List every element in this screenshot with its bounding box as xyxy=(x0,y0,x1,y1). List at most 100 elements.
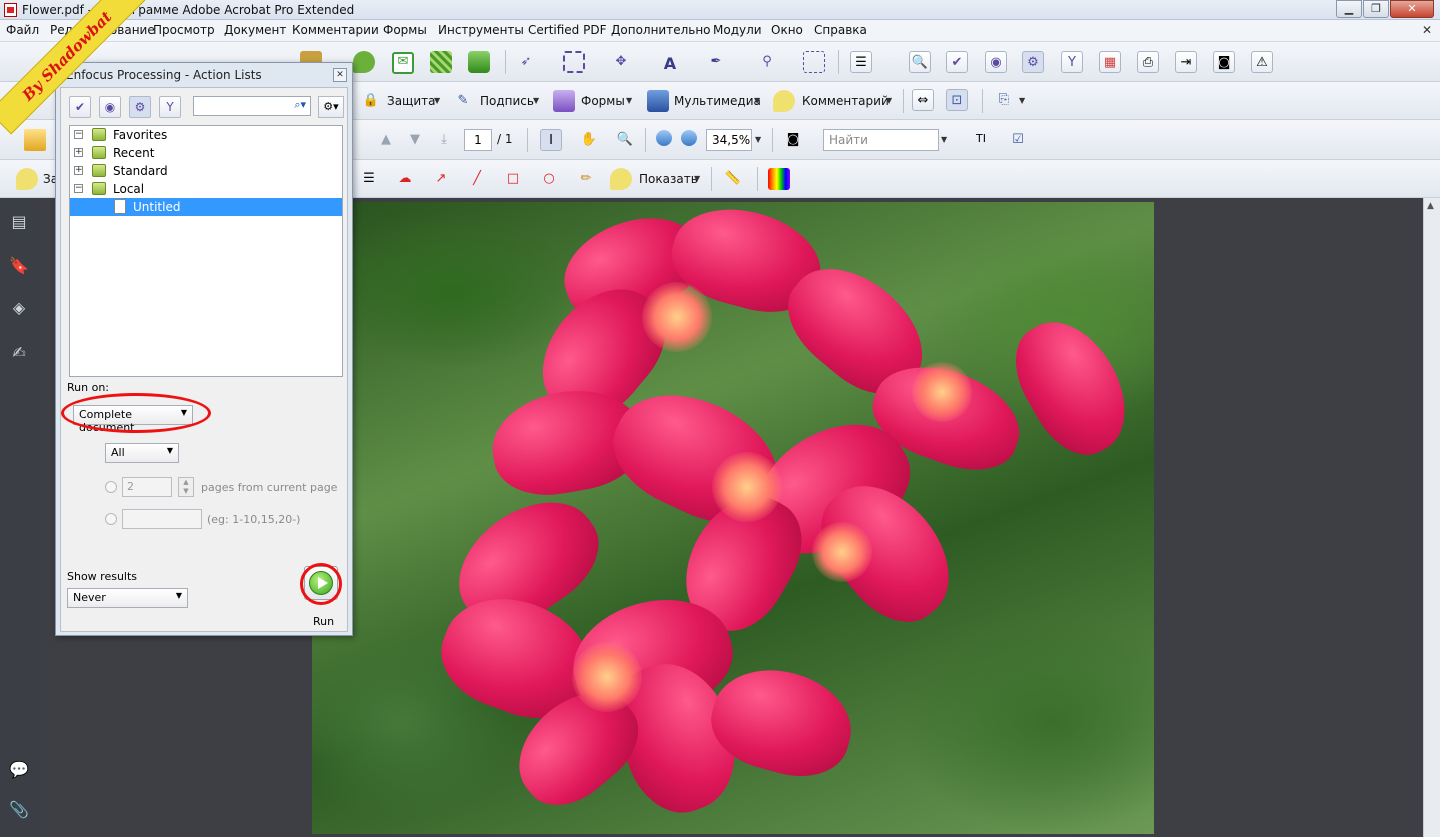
marquee-icon[interactable] xyxy=(563,51,585,73)
tree-item-favorites[interactable]: − Favorites xyxy=(70,126,342,144)
export-icon[interactable]: ⇥ xyxy=(1175,51,1197,73)
next-page-icon[interactable]: ▼ xyxy=(404,129,426,151)
convert-icon[interactable]: ⎘ xyxy=(993,89,1015,111)
menu-help[interactable]: Справка xyxy=(814,23,867,37)
pages-icon[interactable]: ▤ xyxy=(8,212,30,234)
restore-button[interactable]: ❐ xyxy=(1363,0,1389,18)
text-tool-icon[interactable]: A xyxy=(659,51,681,73)
pencil-icon[interactable]: ✏ xyxy=(575,168,597,190)
menu-certified-pdf[interactable]: Certified PDF xyxy=(528,23,607,37)
forms-icon[interactable] xyxy=(553,90,575,112)
line-tool-icon[interactable]: ╱ xyxy=(466,168,488,190)
gear-icon[interactable]: ⚙ xyxy=(1022,51,1044,73)
layers-icon[interactable] xyxy=(468,51,490,73)
warning-icon[interactable]: ⚠ xyxy=(1251,51,1273,73)
oval-tool-icon[interactable]: ○ xyxy=(538,168,560,190)
crop-icon[interactable] xyxy=(803,51,825,73)
dialog-close-button[interactable]: ✕ xyxy=(333,68,347,82)
check-icon[interactable]: ✔ xyxy=(946,51,968,73)
vertical-scrollbar[interactable]: ▲ xyxy=(1423,198,1440,837)
page-layout-icon[interactable]: ☰ xyxy=(850,51,872,73)
menu-view[interactable]: Просмотр xyxy=(153,23,215,37)
layers-panel-icon[interactable]: ◈ xyxy=(8,298,30,320)
document-close-icon[interactable]: ✕ xyxy=(1422,23,1432,37)
select-cursor-icon[interactable]: I xyxy=(540,129,562,151)
rectangle-tool-icon[interactable]: □ xyxy=(502,168,524,190)
fit-width-icon[interactable]: ⇔ xyxy=(912,89,934,111)
snapshot-camera-icon[interactable]: ◙ xyxy=(782,129,804,151)
page-range-radio[interactable] xyxy=(105,513,117,525)
last-page-icon[interactable]: ⤓ xyxy=(433,129,455,151)
zoom-in-icon[interactable] xyxy=(681,130,697,146)
text-box-icon[interactable]: ☰ xyxy=(358,168,380,190)
sticky-note-icon[interactable] xyxy=(16,168,38,190)
show-comments-icon[interactable] xyxy=(610,168,632,190)
page-range-input[interactable] xyxy=(122,509,202,529)
lock-icon[interactable]: 🔒 xyxy=(360,90,382,112)
multimedia-label[interactable]: Мультимедиа xyxy=(674,94,761,108)
multimedia-icon[interactable] xyxy=(647,90,669,112)
move-icon[interactable]: ✥ xyxy=(610,51,632,73)
fit-page-icon[interactable]: ⊡ xyxy=(946,89,968,111)
comments-panel-icon[interactable]: 💬 xyxy=(8,760,30,782)
zoom-out-icon[interactable] xyxy=(656,130,672,146)
protect-label[interactable]: Защита xyxy=(387,94,436,108)
attachments-icon[interactable]: 📎 xyxy=(8,800,30,822)
menu-advanced[interactable]: Дополнительно xyxy=(611,23,711,37)
find-input[interactable]: Найти xyxy=(823,129,939,151)
globe-icon[interactable]: ◉ xyxy=(985,51,1007,73)
show-label[interactable]: Показать xyxy=(639,172,698,186)
pen-tool-icon[interactable]: ✒ xyxy=(705,51,727,73)
gear-action-icon[interactable]: ⚙ xyxy=(129,96,151,118)
bookmarks-icon[interactable]: 🔖 xyxy=(8,256,30,278)
menu-tools[interactable]: Инструменты xyxy=(438,23,524,37)
preflight-icon[interactable]: 🔍 xyxy=(909,51,931,73)
menu-document[interactable]: Документ xyxy=(224,23,286,37)
action-search-input[interactable]: ⌕▾ xyxy=(193,96,311,116)
comment-bubble-icon[interactable] xyxy=(773,90,795,112)
form-edit-icon[interactable]: ☑ xyxy=(1007,129,1029,151)
prev-page-icon[interactable]: ▲ xyxy=(375,129,397,151)
zoom-dropdown-arrow[interactable]: ▼ xyxy=(755,135,761,144)
print-icon[interactable]: ⎙ xyxy=(1137,51,1159,73)
globe-action-icon[interactable]: ◉ xyxy=(99,96,121,118)
arrow-tool-icon[interactable]: ↗ xyxy=(430,168,452,190)
envelope-icon[interactable]: ✉ xyxy=(392,52,414,74)
sign-pen-icon[interactable]: ✎ xyxy=(452,90,474,112)
pin-icon[interactable]: ⚲ xyxy=(756,51,778,73)
pages-select[interactable]: All ▼ xyxy=(105,443,179,463)
tree-item-local[interactable]: − Local xyxy=(70,180,342,198)
scroll-up-icon[interactable]: ▲ xyxy=(1427,201,1434,211)
tree-item-untitled[interactable]: Untitled xyxy=(70,198,342,216)
open-folder-icon[interactable] xyxy=(24,129,46,151)
menu-comments[interactable]: Комментарии xyxy=(292,23,379,37)
filter-action-icon[interactable]: Y xyxy=(159,96,181,118)
menu-window[interactable]: Окно xyxy=(771,23,803,37)
signatures-icon[interactable]: ✍ xyxy=(8,343,30,365)
pattern-icon[interactable] xyxy=(430,51,452,73)
show-results-select[interactable]: Never ▼ xyxy=(67,588,188,608)
tree-item-standard[interactable]: + Standard xyxy=(70,162,342,180)
sign-label[interactable]: Подпись xyxy=(480,94,534,108)
find-dropdown-arrow[interactable]: ▼ xyxy=(941,135,947,144)
forms-label[interactable]: Формы xyxy=(581,94,625,108)
comment-label[interactable]: Комментарий xyxy=(802,94,889,108)
zoom-tool-icon[interactable]: 🔍 xyxy=(614,129,636,151)
expand-icon[interactable]: + xyxy=(74,148,83,157)
options-gear-button[interactable]: ⚙▾ xyxy=(318,96,344,118)
ruler-icon[interactable]: 📏 xyxy=(722,168,744,190)
camera-icon[interactable]: ◙ xyxy=(1213,51,1235,73)
text-field-icon[interactable]: TI xyxy=(970,129,992,151)
comment-icon[interactable] xyxy=(353,51,375,73)
pages-from-input[interactable]: 2 xyxy=(122,477,172,497)
filter-icon[interactable]: Y xyxy=(1061,51,1083,73)
close-button[interactable]: ✕ xyxy=(1390,0,1434,18)
menu-plugins[interactable]: Модули xyxy=(713,23,762,37)
pages-spinner[interactable]: ▲ ▼ xyxy=(178,477,194,497)
menu-file[interactable]: Файл xyxy=(6,23,39,37)
color-grid-icon[interactable]: ▦ xyxy=(1099,51,1121,73)
page-number-input[interactable]: 1 xyxy=(464,129,492,151)
expand-icon[interactable]: + xyxy=(74,166,83,175)
collapse-icon[interactable]: − xyxy=(74,184,83,193)
search-icon[interactable]: ⌕▾ xyxy=(294,98,306,112)
